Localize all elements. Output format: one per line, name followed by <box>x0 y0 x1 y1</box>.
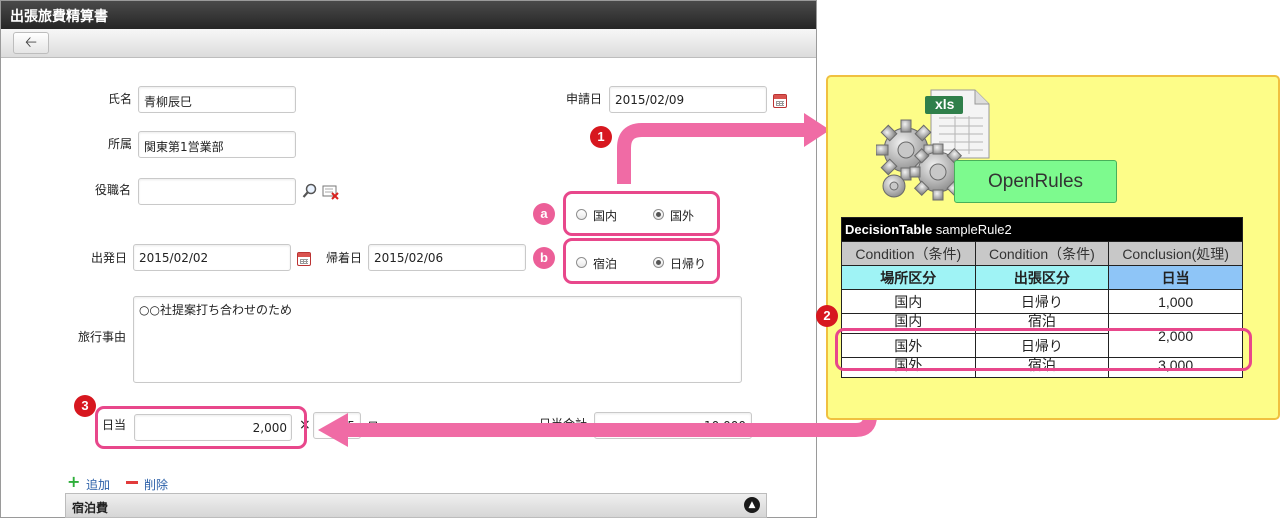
header-cell: Conclusion(処理) <box>1108 241 1243 266</box>
decision-table-name: sampleRule2 <box>932 222 1012 237</box>
subheader-cell: 日当 <box>1108 265 1243 290</box>
table-cell: 日帰り <box>974 289 1110 314</box>
delete-link[interactable]: 削除 <box>144 476 168 493</box>
openrules-logo: OpenRules <box>954 160 1117 203</box>
decision-table-title-row: DecisionTable sampleRule2 <box>841 217 1243 242</box>
section-title: 宿泊費 <box>72 501 109 515</box>
minus-icon[interactable] <box>126 481 138 484</box>
xls-badge: xls <box>935 96 955 112</box>
decision-table-keyword: DecisionTable <box>845 222 933 237</box>
table-row: 国内 日帰り 1,000 <box>841 289 1243 314</box>
decision-table-subheader-row: 場所区分 出張区分 日当 <box>841 265 1243 290</box>
highlight-matching-rule <box>835 328 1252 371</box>
subheader-cell: 出張区分 <box>974 265 1110 290</box>
badge-3: 3 <box>74 395 96 417</box>
badge-2: 2 <box>816 305 838 327</box>
add-link[interactable]: 追加 <box>86 476 110 493</box>
header-cell: Condition（条件) <box>974 241 1110 266</box>
plus-icon[interactable]: + <box>67 474 80 490</box>
decision-table-header-row: Condition（条件) Condition（条件) Conclusion(処… <box>841 241 1243 266</box>
section-lodging[interactable]: 宿泊費 ▲ <box>65 493 767 518</box>
subheader-cell: 場所区分 <box>841 265 976 290</box>
collapse-icon[interactable]: ▲ <box>744 497 760 513</box>
table-cell: 国内 <box>841 289 976 314</box>
highlight-daily <box>95 406 307 449</box>
table-cell: 1,000 <box>1108 289 1243 314</box>
badge-1: 1 <box>590 126 612 148</box>
header-cell: Condition（条件) <box>841 241 976 266</box>
